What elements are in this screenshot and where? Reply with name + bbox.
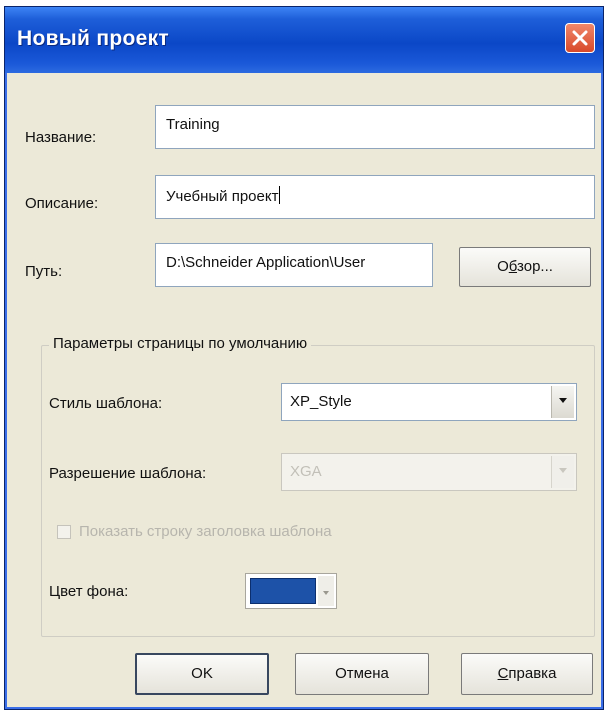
template-style-value: XP_Style	[290, 393, 352, 410]
template-style-select[interactable]: XP_Style	[281, 383, 577, 421]
show-title-bar-label: Показать строку заголовка шаблона	[79, 523, 332, 540]
description-label: Описание:	[25, 195, 99, 212]
chevron-down-icon	[559, 398, 567, 403]
cancel-button[interactable]: Отмена	[295, 653, 429, 695]
template-resolution-label: Разрешение шаблона:	[49, 465, 207, 482]
bg-color-picker[interactable]	[245, 573, 337, 609]
name-label: Название:	[25, 129, 97, 146]
template-resolution-select: XGA	[281, 453, 577, 491]
close-button[interactable]	[565, 23, 595, 53]
dialog-title: Новый проект	[17, 27, 169, 50]
bg-color-swatch	[250, 578, 316, 604]
description-input[interactable]: Учебный проект	[155, 175, 595, 219]
name-input[interactable]: Training	[155, 105, 595, 149]
chevron-down-icon	[559, 468, 567, 473]
path-label: Путь:	[25, 263, 63, 280]
text-caret	[279, 186, 281, 204]
bg-color-dropdown-button[interactable]	[318, 576, 334, 606]
new-project-dialog: Новый проект Название: Training Описание…	[4, 6, 604, 710]
browse-button-text-2: зор...	[517, 258, 553, 275]
description-input-value: Учебный проект	[166, 188, 279, 205]
show-title-bar-checkbox	[57, 525, 71, 539]
ok-button[interactable]: OK	[135, 653, 269, 695]
browse-button-text-1: О	[497, 258, 509, 275]
template-resolution-dropdown-button	[551, 456, 574, 488]
browse-button[interactable]: Обзор...	[459, 247, 591, 287]
template-resolution-value: XGA	[290, 463, 322, 480]
browse-button-accel: б	[508, 258, 518, 275]
name-input-value: Training	[166, 116, 220, 133]
template-style-label: Стиль шаблона:	[49, 395, 163, 412]
bg-color-label: Цвет фона:	[49, 583, 129, 600]
chevron-down-icon	[323, 591, 329, 595]
help-button-text: правка	[508, 665, 557, 682]
path-input-value: D:\Schneider Application\User	[166, 254, 366, 271]
template-style-dropdown-button[interactable]	[551, 386, 574, 418]
path-input[interactable]: D:\Schneider Application\User	[155, 243, 433, 287]
title-bar[interactable]: Новый проект	[5, 7, 603, 73]
help-button[interactable]: Справка	[461, 653, 593, 695]
help-button-accel: С	[497, 665, 509, 682]
page-defaults-group-title: Параметры страницы по умолчанию	[49, 335, 312, 352]
close-icon	[572, 30, 588, 46]
